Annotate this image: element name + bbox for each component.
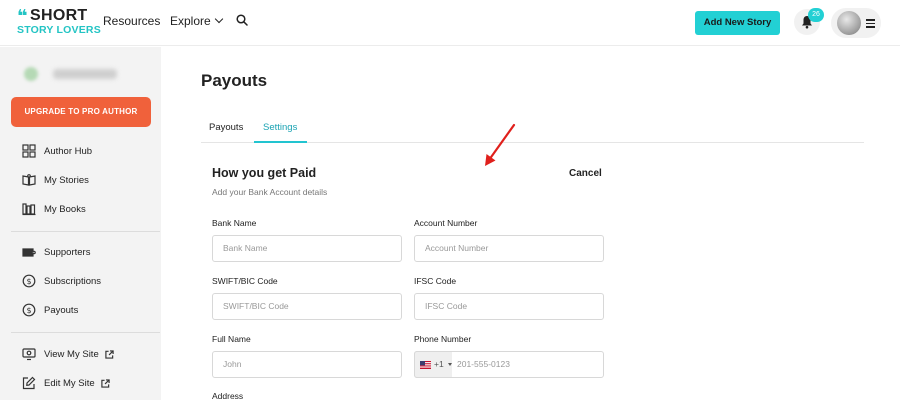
account-number-label: Account Number [414,218,478,228]
notification-count-badge: 26 [808,8,824,22]
ticket-icon [22,248,36,257]
bank-name-label: Bank Name [212,218,257,228]
sidebar-item-label: Subscriptions [44,275,102,287]
sidebar-avatar [24,67,38,81]
sidebar-item-label: Edit My Site [44,377,95,389]
profile-menu-button[interactable] [831,8,881,38]
book-open-icon [22,174,36,186]
ifsc-code-input[interactable]: IFSC Code [414,293,604,320]
upgrade-to-pro-button[interactable]: UPGRADE TO PRO AUTHOR [11,97,151,127]
nav-explore-label: Explore [170,14,211,28]
page-title: Payouts [201,71,268,90]
search-icon[interactable] [236,14,248,26]
country-code-value: +1 [434,359,444,369]
sidebar-username-blurred [53,69,117,79]
sidebar-item-label: Supporters [44,246,91,258]
phone-number-label: Phone Number [414,334,472,344]
country-code-select[interactable]: +1 [414,351,452,378]
sidebar-item-my-books[interactable]: My Books [22,201,86,217]
sidebar-divider [11,231,160,232]
logo[interactable]: ❝ SHORT STORY LOVERS [17,6,101,39]
sidebar-item-label: Payouts [44,304,79,316]
sidebar-item-label: My Books [44,203,86,215]
caret-down-icon [448,363,452,366]
us-flag-icon [420,361,431,369]
cancel-button[interactable]: Cancel [569,168,602,179]
sidebar-item-supporters[interactable]: Supporters [22,244,90,260]
chevron-down-icon [214,14,223,24]
account-number-input[interactable]: Account Number [414,235,604,262]
svg-text:$: $ [26,306,31,315]
section-subtitle: Add your Bank Account details [212,187,328,197]
section-title: How you get Paid [212,166,317,180]
nav-resources[interactable]: Resources [103,14,160,28]
swift-code-label: SWIFT/BIC Code [212,276,278,286]
books-icon [22,203,36,216]
annotation-arrow-icon [485,123,516,166]
sidebar-item-label: Author Hub [44,145,93,157]
active-tab-indicator [254,141,307,143]
logo-text-short: SHORT [30,7,88,24]
tab-settings[interactable]: Settings [263,122,297,133]
external-link-icon [105,349,114,359]
ifsc-code-label: IFSC Code [414,276,457,286]
full-name-label: Full Name [212,334,251,344]
monitor-icon [22,348,36,361]
grid-icon [22,144,36,158]
swift-code-input[interactable]: SWIFT/BIC Code [212,293,402,320]
sidebar-item-payouts[interactable]: $ Payouts [22,302,78,318]
bank-name-input[interactable]: Bank Name [212,235,402,262]
sidebar: UPGRADE TO PRO AUTHOR Author Hub My Stor… [0,47,161,400]
sidebar-item-subscriptions[interactable]: $ Subscriptions [22,273,101,289]
add-new-story-button[interactable]: Add New Story [695,11,780,35]
top-navigation: ❝ SHORT STORY LOVERS Resources Explore A… [0,0,900,46]
full-name-input[interactable]: John [212,351,402,378]
avatar [837,11,861,35]
external-link-icon [101,378,110,388]
edit-icon [22,376,36,390]
sidebar-item-label: View My Site [44,348,99,360]
tab-payouts[interactable]: Payouts [209,122,243,133]
hamburger-icon [866,19,875,28]
nav-explore[interactable]: Explore [170,14,223,28]
sidebar-item-my-stories[interactable]: My Stories [22,172,89,188]
sidebar-item-edit-my-site[interactable]: Edit My Site [22,375,110,391]
dollar-circle-icon: $ [22,274,36,288]
sidebar-item-author-hub[interactable]: Author Hub [22,143,92,159]
svg-text:$: $ [26,277,31,286]
dollar-circle-icon: $ [22,303,36,317]
logo-text-story-lovers: STORY LOVERS [17,24,101,36]
sidebar-divider [11,332,160,333]
sidebar-item-view-my-site[interactable]: View My Site [22,346,114,362]
sidebar-item-label: My Stories [44,174,89,186]
